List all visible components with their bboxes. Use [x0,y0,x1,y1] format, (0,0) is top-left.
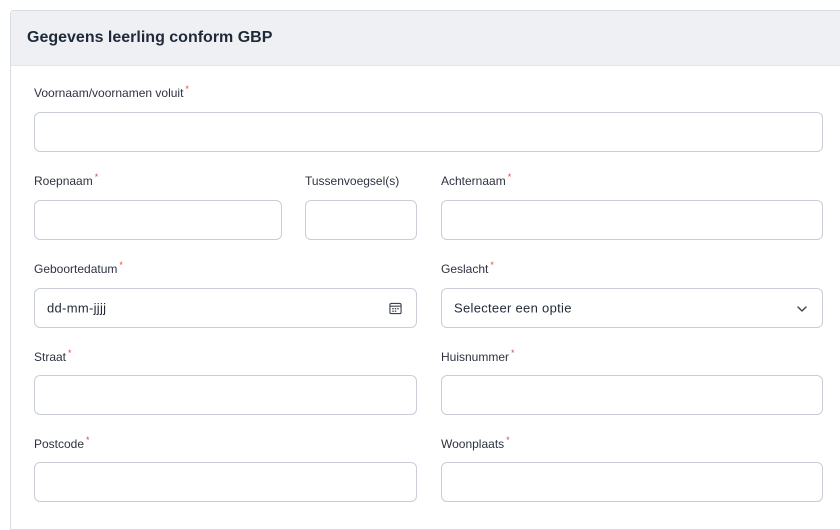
tussenvoegsel-label: Tussenvoegsel(s) [305,174,399,188]
required-marker: * [490,260,494,270]
required-marker: * [94,172,99,182]
huisnummer-field[interactable] [441,375,823,415]
postcode-label: Postcode * [34,435,90,451]
required-marker: * [86,435,90,445]
tussenvoegsel-label-text: Tussenvoegsel(s) [305,174,400,188]
achternaam-label-text: Achternaam [441,174,506,188]
woonplaats-field[interactable] [441,462,823,502]
voornamen-field[interactable] [34,112,823,152]
section-title: Gegevens leerling conform GBP [27,29,273,46]
geboortedatum-label-text: Geboortedatum [34,262,118,276]
woonplaats-label: Woonplaats * [441,435,510,451]
voornamen-label: Voornaam/voornamen voluit * [34,84,189,100]
achternaam-field[interactable] [441,200,823,240]
postcode-field[interactable] [34,462,417,502]
huisnummer-label: Huisnummer * [441,348,515,364]
geboortedatum-placeholder: dd-mm-jjjj [47,300,107,316]
geslacht-selected-value: Selecteer een optie [454,300,572,316]
required-marker: * [511,348,515,358]
geslacht-select[interactable]: Selecteer een optie [441,288,823,328]
geboortedatum-field[interactable]: dd-mm-jjjj [34,288,417,328]
geboortedatum-label: Geboortedatum * [34,260,123,276]
voornamen-label-text: Voornaam/voornamen voluit [34,86,184,100]
required-marker: * [68,348,72,358]
card-header: Gegevens leerling conform GBP [11,11,840,66]
straat-label-text: Straat [34,350,67,364]
straat-field[interactable] [34,375,417,415]
roepnaam-field[interactable] [34,200,282,240]
achternaam-label: Achternaam * [441,172,512,188]
roepnaam-label: Roepnaam * [34,172,99,188]
required-marker: * [506,435,510,445]
straat-label: Straat * [34,348,72,364]
tussenvoegsel-field[interactable] [305,200,417,240]
roepnaam-label-text: Roepnaam [34,174,93,188]
chevron-down-icon [797,306,807,312]
postcode-label-text: Postcode [34,437,85,451]
calendar-icon[interactable] [389,302,402,315]
required-marker: * [507,172,512,182]
required-marker: * [119,260,123,270]
geslacht-label: Geslacht * [441,260,494,276]
geslacht-label-text: Geslacht [441,262,489,276]
huisnummer-label-text: Huisnummer [441,350,510,364]
woonplaats-label-text: Woonplaats [441,437,505,451]
required-marker: * [185,84,189,94]
